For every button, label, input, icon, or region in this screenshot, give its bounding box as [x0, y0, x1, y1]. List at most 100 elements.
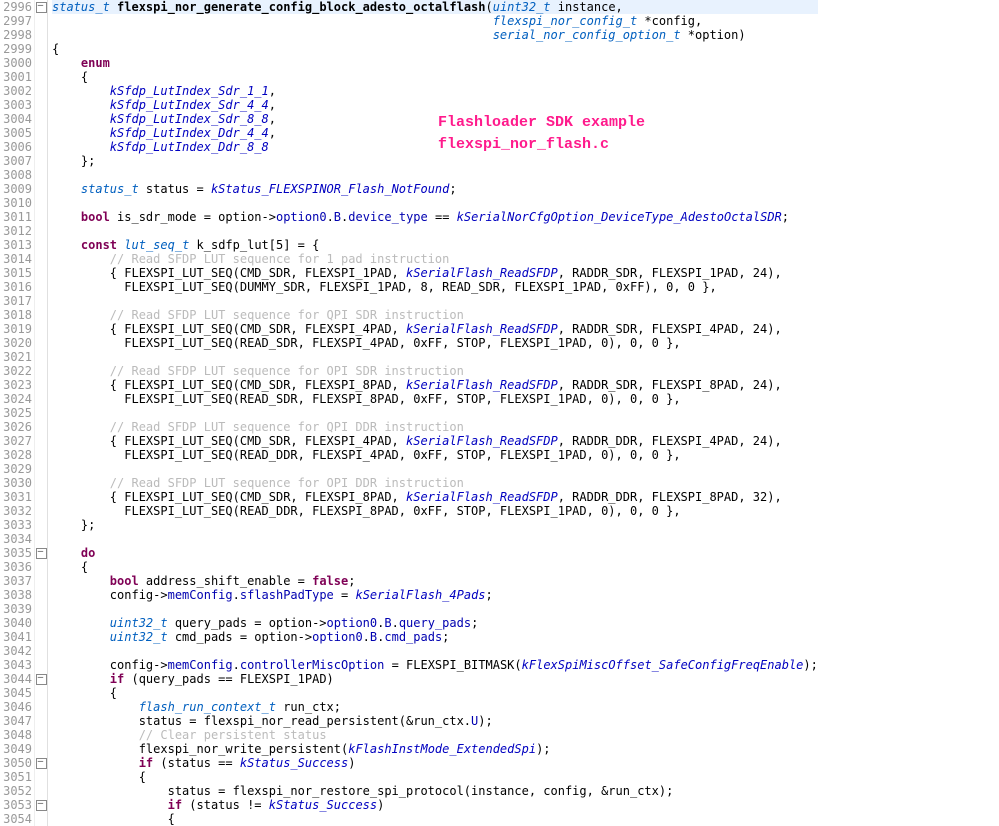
- code-line[interactable]: uint32_t cmd_pads = option->option0.B.cm…: [52, 630, 818, 644]
- code-line[interactable]: const lut_seq_t k_sdfp_lut[5] = {: [52, 238, 818, 252]
- code-line[interactable]: [52, 224, 818, 238]
- code-line[interactable]: {: [52, 770, 818, 784]
- fold-marker: [35, 770, 47, 784]
- code-line[interactable]: [52, 644, 818, 658]
- code-line[interactable]: FLEXSPI_LUT_SEQ(READ_SDR, FLEXSPI_4PAD, …: [52, 336, 818, 350]
- code-line[interactable]: kSfdp_LutIndex_Sdr_4_4,: [52, 98, 818, 112]
- code-line[interactable]: flash_run_context_t run_ctx;: [52, 700, 818, 714]
- code-line[interactable]: // Read SFDP LUT sequence for OPI SDR in…: [52, 364, 818, 378]
- line-number: 3006: [0, 140, 32, 154]
- fold-marker: [35, 238, 47, 252]
- code-line[interactable]: kSfdp_LutIndex_Sdr_8_8,: [52, 112, 818, 126]
- code-line[interactable]: FLEXSPI_LUT_SEQ(READ_SDR, FLEXSPI_8PAD, …: [52, 392, 818, 406]
- code-line[interactable]: FLEXSPI_LUT_SEQ(READ_DDR, FLEXSPI_4PAD, …: [52, 448, 818, 462]
- code-line[interactable]: serial_nor_config_option_t *option): [52, 28, 818, 42]
- line-number: 3052: [0, 784, 32, 798]
- code-line[interactable]: if (status != kStatus_Success): [52, 798, 818, 812]
- annotation-line-1: Flashloader SDK example: [438, 112, 645, 134]
- fold-marker: [35, 742, 47, 756]
- code-line[interactable]: [52, 602, 818, 616]
- code-line[interactable]: // Read SFDP LUT sequence for QPI SDR in…: [52, 308, 818, 322]
- code-line[interactable]: FLEXSPI_LUT_SEQ(READ_DDR, FLEXSPI_8PAD, …: [52, 504, 818, 518]
- overlay-annotation: Flashloader SDK example flexspi_nor_flas…: [438, 112, 645, 156]
- fold-marker[interactable]: [35, 0, 47, 14]
- code-area[interactable]: status_t flexspi_nor_generate_config_blo…: [48, 0, 818, 826]
- code-line[interactable]: config->memConfig.controllerMiscOption =…: [52, 658, 818, 672]
- fold-marker: [35, 56, 47, 70]
- fold-marker[interactable]: [35, 756, 47, 770]
- code-line[interactable]: flexspi_nor_write_persistent(kFlashInstM…: [52, 742, 818, 756]
- code-line[interactable]: // Read SFDP LUT sequence for 1 pad inst…: [52, 252, 818, 266]
- code-line[interactable]: uint32_t query_pads = option->option0.B.…: [52, 616, 818, 630]
- line-number: 3035: [0, 546, 32, 560]
- code-line[interactable]: [52, 406, 818, 420]
- code-line[interactable]: {: [52, 686, 818, 700]
- code-line[interactable]: { FLEXSPI_LUT_SEQ(CMD_SDR, FLEXSPI_8PAD,…: [52, 490, 818, 504]
- code-line[interactable]: // Clear persistent status: [52, 728, 818, 742]
- code-line[interactable]: {: [52, 42, 818, 56]
- code-line[interactable]: {: [52, 70, 818, 84]
- line-number: 3020: [0, 336, 32, 350]
- fold-marker: [35, 434, 47, 448]
- code-line[interactable]: { FLEXSPI_LUT_SEQ(CMD_SDR, FLEXSPI_4PAD,…: [52, 322, 818, 336]
- fold-marker: [35, 70, 47, 84]
- code-line[interactable]: bool address_shift_enable = false;: [52, 574, 818, 588]
- line-number: 3000: [0, 56, 32, 70]
- fold-gutter[interactable]: [35, 0, 48, 826]
- line-number: 3041: [0, 630, 32, 644]
- fold-marker: [35, 630, 47, 644]
- line-number: 3054: [0, 812, 32, 826]
- fold-marker: [35, 224, 47, 238]
- code-line[interactable]: if (query_pads == FLEXSPI_1PAD): [52, 672, 818, 686]
- code-line[interactable]: [52, 462, 818, 476]
- code-line[interactable]: [52, 350, 818, 364]
- fold-marker: [35, 14, 47, 28]
- code-line[interactable]: // Read SFDP LUT sequence for OPI DDR in…: [52, 476, 818, 490]
- code-line[interactable]: [52, 294, 818, 308]
- fold-marker[interactable]: [35, 546, 47, 560]
- code-line[interactable]: {: [52, 812, 818, 826]
- code-line[interactable]: status = flexspi_nor_read_persistent(&ru…: [52, 714, 818, 728]
- fold-marker: [35, 728, 47, 742]
- code-line[interactable]: kSfdp_LutIndex_Sdr_1_1,: [52, 84, 818, 98]
- line-number: 3053: [0, 798, 32, 812]
- line-number: 3015: [0, 266, 32, 280]
- line-number: 3019: [0, 322, 32, 336]
- code-line[interactable]: kSfdp_LutIndex_Ddr_8_8: [52, 140, 818, 154]
- line-number: 3009: [0, 182, 32, 196]
- code-line[interactable]: { FLEXSPI_LUT_SEQ(CMD_SDR, FLEXSPI_8PAD,…: [52, 378, 818, 392]
- code-line[interactable]: do: [52, 546, 818, 560]
- line-number: 3040: [0, 616, 32, 630]
- code-line[interactable]: { FLEXSPI_LUT_SEQ(CMD_SDR, FLEXSPI_4PAD,…: [52, 434, 818, 448]
- fold-marker[interactable]: [35, 798, 47, 812]
- fold-marker[interactable]: [35, 672, 47, 686]
- code-line[interactable]: kSfdp_LutIndex_Ddr_4_4,: [52, 126, 818, 140]
- code-line[interactable]: [52, 168, 818, 182]
- code-line[interactable]: bool is_sdr_mode = option->option0.B.dev…: [52, 210, 818, 224]
- line-number: 3014: [0, 252, 32, 266]
- code-line[interactable]: status_t status = kStatus_FLEXSPINOR_Fla…: [52, 182, 818, 196]
- code-line[interactable]: FLEXSPI_LUT_SEQ(DUMMY_SDR, FLEXSPI_1PAD,…: [52, 280, 818, 294]
- fold-marker: [35, 560, 47, 574]
- fold-marker: [35, 336, 47, 350]
- code-line[interactable]: [52, 196, 818, 210]
- fold-marker: [35, 714, 47, 728]
- line-number: 3034: [0, 532, 32, 546]
- line-number: 3016: [0, 280, 32, 294]
- code-line[interactable]: { FLEXSPI_LUT_SEQ(CMD_SDR, FLEXSPI_1PAD,…: [52, 266, 818, 280]
- code-line[interactable]: status_t flexspi_nor_generate_config_blo…: [52, 0, 818, 14]
- fold-marker: [35, 504, 47, 518]
- code-line[interactable]: };: [52, 154, 818, 168]
- code-line[interactable]: // Read SFDP LUT sequence for QPI DDR in…: [52, 420, 818, 434]
- code-line[interactable]: flexspi_nor_config_t *config,: [52, 14, 818, 28]
- code-line[interactable]: enum: [52, 56, 818, 70]
- fold-marker: [35, 490, 47, 504]
- fold-marker: [35, 112, 47, 126]
- code-line[interactable]: };: [52, 518, 818, 532]
- code-line[interactable]: if (status == kStatus_Success): [52, 756, 818, 770]
- code-line[interactable]: {: [52, 560, 818, 574]
- code-line[interactable]: status = flexspi_nor_restore_spi_protoco…: [52, 784, 818, 798]
- code-line[interactable]: config->memConfig.sflashPadType = kSeria…: [52, 588, 818, 602]
- code-line[interactable]: [52, 532, 818, 546]
- line-number: 3033: [0, 518, 32, 532]
